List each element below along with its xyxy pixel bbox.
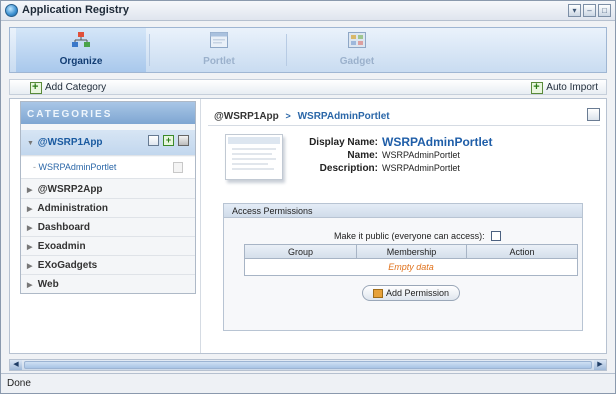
category-label: Web [37,279,59,290]
thumbnail-line [232,158,276,160]
panel-divider [200,99,201,353]
public-access-row: Make it public (everyone can access): [334,231,501,241]
thumbnail-bar [228,137,280,144]
thumbnail-line [232,148,276,150]
tab-gadget-label: Gadget [339,56,375,67]
application-label: WSRPAdminPortlet [38,162,117,172]
column-header-group: Group [245,245,357,259]
collapsed-arrow-icon: ▶ [27,244,33,251]
category-item[interactable]: ▶ EXoGadgets [21,256,195,275]
edit-category-icon[interactable] [148,135,159,146]
gadget-icon [348,32,366,48]
category-label: Dashboard [37,222,91,233]
add-permission-label: Add Permission [385,288,450,298]
scroll-thumb[interactable] [24,361,592,369]
breadcrumb-root[interactable]: @WSRP1App [214,111,279,122]
auto-import-button[interactable]: Auto Import [531,81,598,94]
main-area: CATEGORIES ▼ @WSRP1App + - WSRPAdminPort… [9,98,607,354]
application-item-wsrpadminportlet[interactable]: - WSRPAdminPortlet [21,157,195,179]
dash-bullet: - [33,162,36,172]
collapsed-arrow-icon: ▶ [27,282,33,289]
add-category-icon [30,81,42,94]
add-category-label: Add Category [45,82,107,93]
collapsed-arrow-icon: ▶ [27,263,33,270]
tab-organize[interactable]: Organize [16,28,146,72]
access-permissions-title: Access Permissions [224,204,582,218]
empty-data-message: Empty data [245,259,577,275]
tab-gadget[interactable]: Gadget [292,28,422,72]
description-label: Description: [319,163,378,174]
category-item[interactable]: ▶ Dashboard [21,218,195,237]
scroll-right-button[interactable]: ▶ [594,360,606,370]
display-name-value: WSRPAdminPortlet [382,135,493,149]
status-bar: Done [1,373,615,393]
auto-import-label: Auto Import [546,82,598,93]
category-label: @WSRP1App [37,137,103,148]
globe-icon [5,4,18,17]
breadcrumb-separator: > [285,111,291,121]
add-permission-icon [372,288,383,298]
tab-organize-label: Organize [59,56,103,67]
breadcrumb-current: WSRPAdminPortlet [297,111,390,122]
column-header-action: Action [467,245,577,259]
breadcrumb: @WSRP1App > WSRPAdminPortlet [214,111,390,122]
tab-portlet-label: Portlet [203,56,235,67]
tab-bar: Organize Portlet Gadget [9,27,607,73]
expanded-arrow-icon: ▼ [27,140,34,147]
tab-separator [286,34,287,66]
category-label: Administration [37,203,108,214]
description-value: WSRPAdminPortlet [382,163,460,173]
category-item-wsrp1app[interactable]: ▼ @WSRP1App + [21,130,195,156]
collapsed-arrow-icon: ▶ [27,187,33,194]
category-item[interactable]: ▶ Administration [21,199,195,218]
application-window: Application Registry ▾ – □ Organize Port… [0,0,616,394]
maximize-button[interactable]: □ [598,4,611,17]
categories-header: CATEGORIES [21,102,195,124]
thumbnail-line [232,153,272,155]
status-text: Done [7,378,31,389]
breadcrumb-divider [208,125,600,126]
category-label: @WSRP2App [37,184,103,195]
column-header-membership: Membership [357,245,467,259]
name-label: Name: [347,150,378,161]
portlet-icon [210,32,228,48]
title-bar: Application Registry ▾ – □ [1,1,615,21]
category-label: EXoGadgets [37,260,98,271]
detail-panel: @WSRP1App > WSRPAdminPortlet Display Nam… [208,99,600,353]
tab-separator [149,34,150,66]
thumbnail-line [232,168,274,170]
window-title: Application Registry [22,4,129,16]
category-actions: + [148,135,189,146]
organize-icon [72,32,90,47]
delete-application-icon[interactable] [173,162,183,173]
add-permission-button[interactable]: Add Permission [362,285,460,301]
scroll-left-button[interactable]: ◀ [10,360,22,370]
collapsed-arrow-icon: ▶ [27,206,33,213]
tab-portlet[interactable]: Portlet [154,28,284,72]
public-access-label: Make it public (everyone can access): [334,231,485,241]
dropdown-button[interactable]: ▾ [568,4,581,17]
portlet-thumbnail [225,134,283,180]
window-controls: ▾ – □ [568,4,611,17]
thumbnail-line [232,163,268,165]
permissions-table: Group Membership Action Empty data [244,244,578,276]
collapsed-arrow-icon: ▶ [27,225,33,232]
delete-category-icon[interactable] [178,135,189,146]
category-item[interactable]: ▶ Web [21,275,195,294]
edit-portlet-icon[interactable] [587,108,600,121]
horizontal-scrollbar[interactable]: ◀ ▶ [9,359,607,371]
name-value: WSRPAdminPortlet [382,150,460,160]
category-item[interactable]: ▶ @WSRP2App [21,180,195,199]
access-permissions-panel: Access Permissions Make it public (every… [223,203,583,331]
public-access-checkbox[interactable] [490,231,501,241]
categories-panel: CATEGORIES ▼ @WSRP1App + - WSRPAdminPort… [20,101,196,294]
toolbar: Add Category Auto Import [9,79,607,95]
category-label: Exoadmin [37,241,86,252]
add-application-icon[interactable]: + [163,135,174,146]
minimize-button[interactable]: – [583,4,596,17]
display-name-label: Display Name: [309,137,378,148]
category-item[interactable]: ▶ Exoadmin [21,237,195,256]
add-category-button[interactable]: Add Category [30,81,106,94]
import-icon [531,81,544,94]
